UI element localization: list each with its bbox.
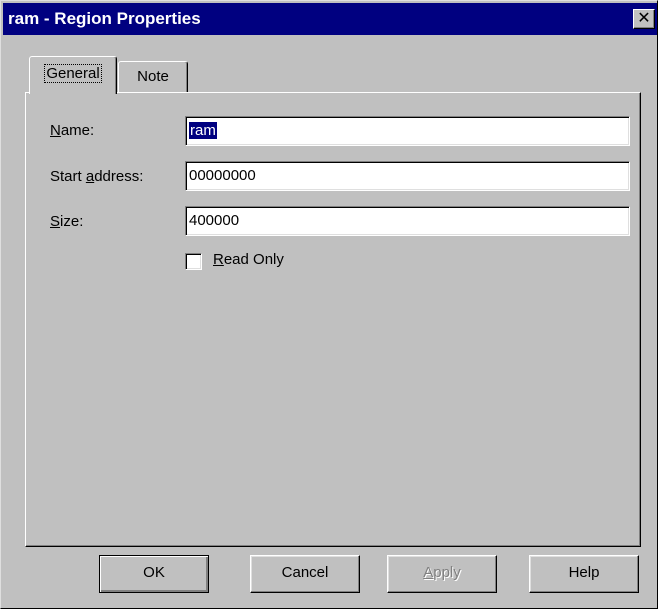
- name-label: Name:: [50, 122, 95, 139]
- title-bar[interactable]: ram - Region Properties ✕: [3, 3, 657, 35]
- start-address-input[interactable]: 00000000: [185, 161, 630, 191]
- cancel-button-label: Cancel: [281, 564, 329, 581]
- read-only-label[interactable]: Read Only: [213, 251, 284, 268]
- apply-button[interactable]: Apply: [387, 555, 497, 593]
- region-properties-dialog: ram - Region Properties ✕ General Note N…: [0, 0, 658, 609]
- help-button[interactable]: Help: [529, 555, 639, 593]
- tab-general-label: General: [44, 64, 102, 83]
- window-title: ram - Region Properties: [8, 9, 201, 28]
- tab-general[interactable]: General: [29, 56, 117, 94]
- name-input-value: ram: [189, 122, 217, 139]
- ok-button[interactable]: OK: [99, 555, 209, 593]
- help-button-label: Help: [568, 564, 600, 581]
- name-input[interactable]: ram: [185, 116, 630, 146]
- tab-note[interactable]: Note: [118, 61, 188, 93]
- close-button[interactable]: ✕: [633, 9, 655, 29]
- general-tab-panel: Name: ram Start address: 00000000 Size: …: [25, 92, 641, 547]
- size-input[interactable]: 400000: [185, 206, 630, 236]
- start-address-value: 00000000: [189, 167, 256, 184]
- read-only-checkbox[interactable]: [185, 253, 202, 270]
- size-value: 400000: [189, 212, 240, 229]
- close-icon: ✕: [637, 10, 651, 27]
- tab-note-label: Note: [137, 68, 169, 85]
- size-label: Size:: [50, 213, 84, 230]
- apply-button-label: Apply: [423, 564, 461, 581]
- ok-button-label: OK: [143, 564, 165, 581]
- cancel-button[interactable]: Cancel: [250, 555, 360, 593]
- start-address-label: Start address:: [50, 168, 144, 185]
